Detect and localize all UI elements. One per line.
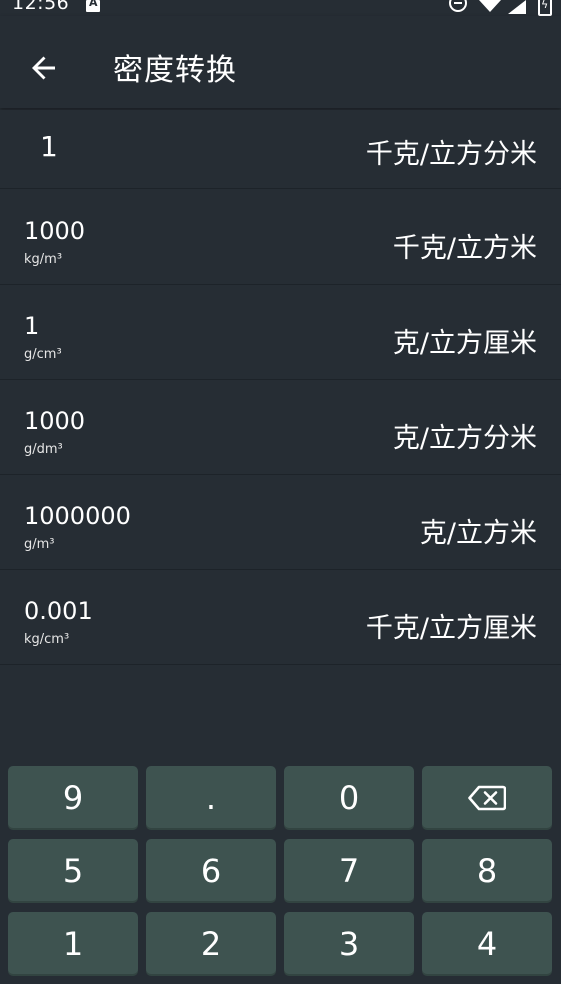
result-symbol: g/dm³ <box>24 442 63 457</box>
input-value[interactable]: 1 <box>40 130 58 163</box>
key-5[interactable]: 5 <box>8 839 138 903</box>
key-1[interactable]: 1 <box>8 912 138 976</box>
key-8[interactable]: 8 <box>422 839 552 903</box>
input-row[interactable]: 1 千克/立方分米 <box>0 110 561 189</box>
result-symbol: g/m³ <box>24 537 55 552</box>
key-9[interactable]: 9 <box>8 766 138 830</box>
key-7[interactable]: 7 <box>284 839 414 903</box>
result-unit: 克/立方厘米 <box>392 328 537 359</box>
result-unit: 千克/立方米 <box>392 233 537 264</box>
result-value: 1000000 <box>24 502 131 530</box>
result-unit: 千克/立方厘米 <box>365 613 537 644</box>
result-row[interactable]: 1000000 g/m³ 克/立方米 <box>0 475 561 570</box>
result-symbol: kg/m³ <box>24 252 63 267</box>
result-symbol: kg/cm³ <box>24 632 70 647</box>
key-0[interactable]: 0 <box>284 766 414 830</box>
notification-a-icon <box>86 0 100 12</box>
app-bar: 密度转换 <box>0 16 561 108</box>
result-row[interactable]: 1 g/cm³ 克/立方厘米 <box>0 285 561 380</box>
result-unit: 克/立方米 <box>419 518 537 549</box>
key-3[interactable]: 3 <box>284 912 414 976</box>
do-not-disturb-icon <box>449 0 467 12</box>
result-row[interactable]: 1000 g/dm³ 克/立方分米 <box>0 380 561 475</box>
battery-icon <box>538 0 552 16</box>
status-time: 12:56 <box>12 0 70 14</box>
wifi-icon <box>479 0 501 12</box>
result-row[interactable]: 1000 kg/m³ 千克/立方米 <box>0 190 561 285</box>
result-unit: 克/立方分米 <box>392 423 537 454</box>
backspace-button[interactable] <box>422 766 552 830</box>
status-bar: 12:56 <box>0 0 561 16</box>
signal-icon <box>508 0 526 14</box>
arrow-left-icon <box>32 56 55 80</box>
key-decimal-point[interactable]: . <box>146 766 276 830</box>
result-value: 1000 <box>24 217 86 245</box>
result-list: 1000 kg/m³ 千克/立方米 1 g/cm³ 克/立方厘米 1000 g/… <box>0 190 561 665</box>
result-value: 0.001 <box>24 597 93 625</box>
key-2[interactable]: 2 <box>146 912 276 976</box>
result-value: 1 <box>24 312 40 340</box>
numeric-keypad: 9 . 0 5 6 7 8 1 2 3 4 <box>8 766 554 976</box>
page-title: 密度转换 <box>113 53 237 88</box>
backspace-icon <box>468 785 506 811</box>
input-unit-selector[interactable]: 千克/立方分米 <box>366 132 537 171</box>
back-button[interactable] <box>22 46 66 90</box>
key-6[interactable]: 6 <box>146 839 276 903</box>
result-value: 1000 <box>24 407 86 435</box>
key-4[interactable]: 4 <box>422 912 552 976</box>
result-symbol: g/cm³ <box>24 347 62 362</box>
result-row[interactable]: 0.001 kg/cm³ 千克/立方厘米 <box>0 570 561 665</box>
